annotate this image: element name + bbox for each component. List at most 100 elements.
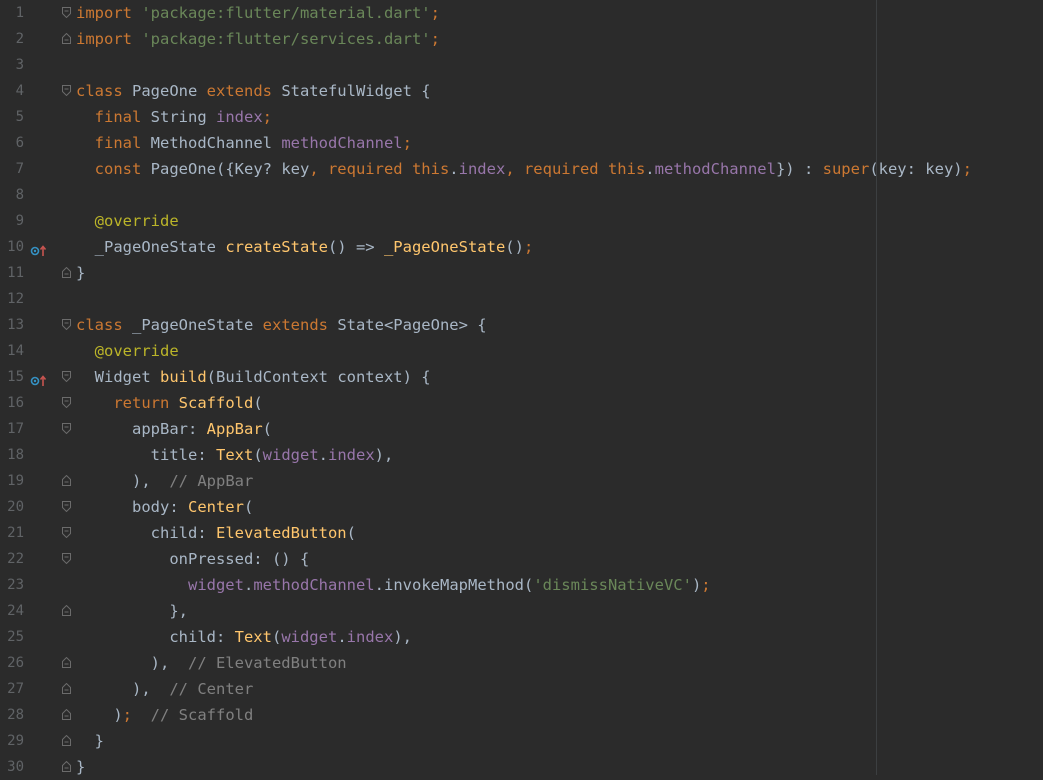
code-line[interactable]: 24 },	[0, 598, 1043, 624]
code-line[interactable]: 2 import 'package:flutter/services.dart';	[0, 26, 1043, 52]
line-number: 8	[15, 187, 24, 203]
code-token: title:	[76, 446, 216, 464]
code-token: @override	[94, 212, 179, 230]
code-text[interactable]: }	[76, 260, 85, 286]
fold-marker-icon[interactable]	[62, 319, 71, 330]
fold-marker-icon[interactable]	[62, 33, 71, 44]
code-token: State<PageOne> {	[337, 316, 487, 334]
code-text[interactable]: ), // AppBar	[76, 468, 253, 494]
code-text[interactable]: appBar: AppBar(	[76, 416, 272, 442]
code-text[interactable]: @override	[76, 208, 179, 234]
fold-marker-icon[interactable]	[62, 423, 71, 434]
code-line[interactable]: 4 class PageOne extends StatefulWidget {	[0, 78, 1043, 104]
code-token: // ElevatedButton	[187, 654, 347, 672]
code-text[interactable]: child: ElevatedButton(	[76, 520, 356, 546]
code-line[interactable]: 13 class _PageOneState extends State<Page…	[0, 312, 1043, 338]
code-line[interactable]: 6 final MethodChannel methodChannel;	[0, 130, 1043, 156]
override-gutter-icon[interactable]	[30, 370, 50, 386]
code-text[interactable]: ); // Scaffold	[76, 702, 253, 728]
code-line[interactable]: 3	[0, 52, 1043, 78]
code-line[interactable]: 7 const PageOne({Key? key, required this…	[0, 156, 1043, 182]
fold-marker-icon[interactable]	[62, 85, 71, 96]
code-token: }) :	[775, 160, 823, 178]
code-text[interactable]: }	[76, 754, 85, 780]
code-token: widget	[281, 628, 338, 646]
code-line[interactable]: 11}	[0, 260, 1043, 286]
code-line[interactable]: 17 appBar: AppBar(	[0, 416, 1043, 442]
code-line[interactable]: 14 @override	[0, 338, 1043, 364]
code-line[interactable]: 28 ); // Scaffold	[0, 702, 1043, 728]
code-line[interactable]: 22 onPressed: () {	[0, 546, 1043, 572]
code-token: invokeMapMethod(	[384, 576, 534, 594]
line-number: 22	[7, 551, 24, 567]
code-text[interactable]: final String index;	[76, 104, 272, 130]
code-token: , required this	[505, 160, 646, 178]
code-text[interactable]: ), // Center	[76, 676, 253, 702]
code-line[interactable]: 26 ), // ElevatedButton	[0, 650, 1043, 676]
code-line[interactable]: 1 import 'package:flutter/material.dart';	[0, 0, 1043, 26]
code-text[interactable]: class _PageOneState extends State<PageOn…	[76, 312, 487, 338]
code-text[interactable]: title: Text(widget.index),	[76, 442, 394, 468]
fold-marker-icon[interactable]	[62, 475, 71, 486]
code-token: 'package:flutter/material.dart'	[141, 4, 431, 22]
line-number: 3	[15, 57, 24, 73]
code-text[interactable]: class PageOne extends StatefulWidget {	[76, 78, 431, 104]
code-text[interactable]: @override	[76, 338, 179, 364]
code-token: .	[374, 576, 384, 594]
fold-marker-icon[interactable]	[62, 397, 71, 408]
code-token: const	[94, 160, 151, 178]
code-text[interactable]: },	[76, 598, 188, 624]
fold-marker-icon[interactable]	[62, 605, 71, 616]
code-line[interactable]: 16 return Scaffold(	[0, 390, 1043, 416]
code-line[interactable]: 30}	[0, 754, 1043, 780]
code-text[interactable]: }	[76, 728, 104, 754]
code-text[interactable]: widget.methodChannel.invokeMapMethod('di…	[76, 572, 711, 598]
code-line[interactable]: 15 Widget build(BuildContext context) {	[0, 364, 1043, 390]
code-text[interactable]: _PageOneState createState() => _PageOneS…	[76, 234, 534, 260]
code-text[interactable]: body: Center(	[76, 494, 253, 520]
code-text[interactable]: Widget build(BuildContext context) {	[76, 364, 431, 390]
code-line[interactable]: 29 }	[0, 728, 1043, 754]
code-editor[interactable]: 1 import 'package:flutter/material.dart';…	[0, 0, 1043, 776]
fold-marker-icon[interactable]	[62, 761, 71, 772]
fold-marker-icon[interactable]	[62, 7, 71, 18]
code-line[interactable]: 18 title: Text(widget.index),	[0, 442, 1043, 468]
fold-marker-icon[interactable]	[62, 735, 71, 746]
code-token: ;	[430, 30, 440, 48]
code-text[interactable]: const PageOne({Key? key, required this.i…	[76, 156, 972, 182]
fold-marker-icon[interactable]	[62, 267, 71, 278]
code-line[interactable]: 8	[0, 182, 1043, 208]
fold-marker-icon[interactable]	[62, 657, 71, 668]
code-token: body:	[76, 498, 188, 516]
code-line[interactable]: 21 child: ElevatedButton(	[0, 520, 1043, 546]
code-line[interactable]: 25 child: Text(widget.index),	[0, 624, 1043, 650]
line-number: 4	[15, 83, 24, 99]
code-line[interactable]: 5 final String index;	[0, 104, 1043, 130]
code-text[interactable]: import 'package:flutter/material.dart';	[76, 0, 440, 26]
code-line[interactable]: 10 _PageOneState createState() => _PageO…	[0, 234, 1043, 260]
code-text[interactable]: child: Text(widget.index),	[76, 624, 412, 650]
code-line[interactable]: 19 ), // AppBar	[0, 468, 1043, 494]
override-gutter-icon[interactable]	[30, 240, 50, 256]
code-line[interactable]: 23 widget.methodChannel.invokeMapMethod(…	[0, 572, 1043, 598]
code-text[interactable]: ), // ElevatedButton	[76, 650, 347, 676]
fold-marker-icon[interactable]	[62, 553, 71, 564]
code-token: index	[458, 160, 506, 178]
code-line[interactable]: 27 ), // Center	[0, 676, 1043, 702]
code-text[interactable]: import 'package:flutter/services.dart';	[76, 26, 440, 52]
code-line[interactable]: 12	[0, 286, 1043, 312]
code-token: widget	[262, 446, 319, 464]
fold-marker-icon[interactable]	[62, 501, 71, 512]
code-line[interactable]: 20 body: Center(	[0, 494, 1043, 520]
line-number: 13	[7, 317, 24, 333]
fold-marker-icon[interactable]	[62, 709, 71, 720]
fold-marker-icon[interactable]	[62, 527, 71, 538]
fold-marker-icon[interactable]	[62, 683, 71, 694]
code-text[interactable]: final MethodChannel methodChannel;	[76, 130, 412, 156]
code-token: import	[76, 4, 142, 22]
fold-marker-icon[interactable]	[62, 371, 71, 382]
code-text[interactable]: return Scaffold(	[76, 390, 262, 416]
code-text[interactable]: onPressed: () {	[76, 546, 309, 572]
code-line[interactable]: 9 @override	[0, 208, 1043, 234]
